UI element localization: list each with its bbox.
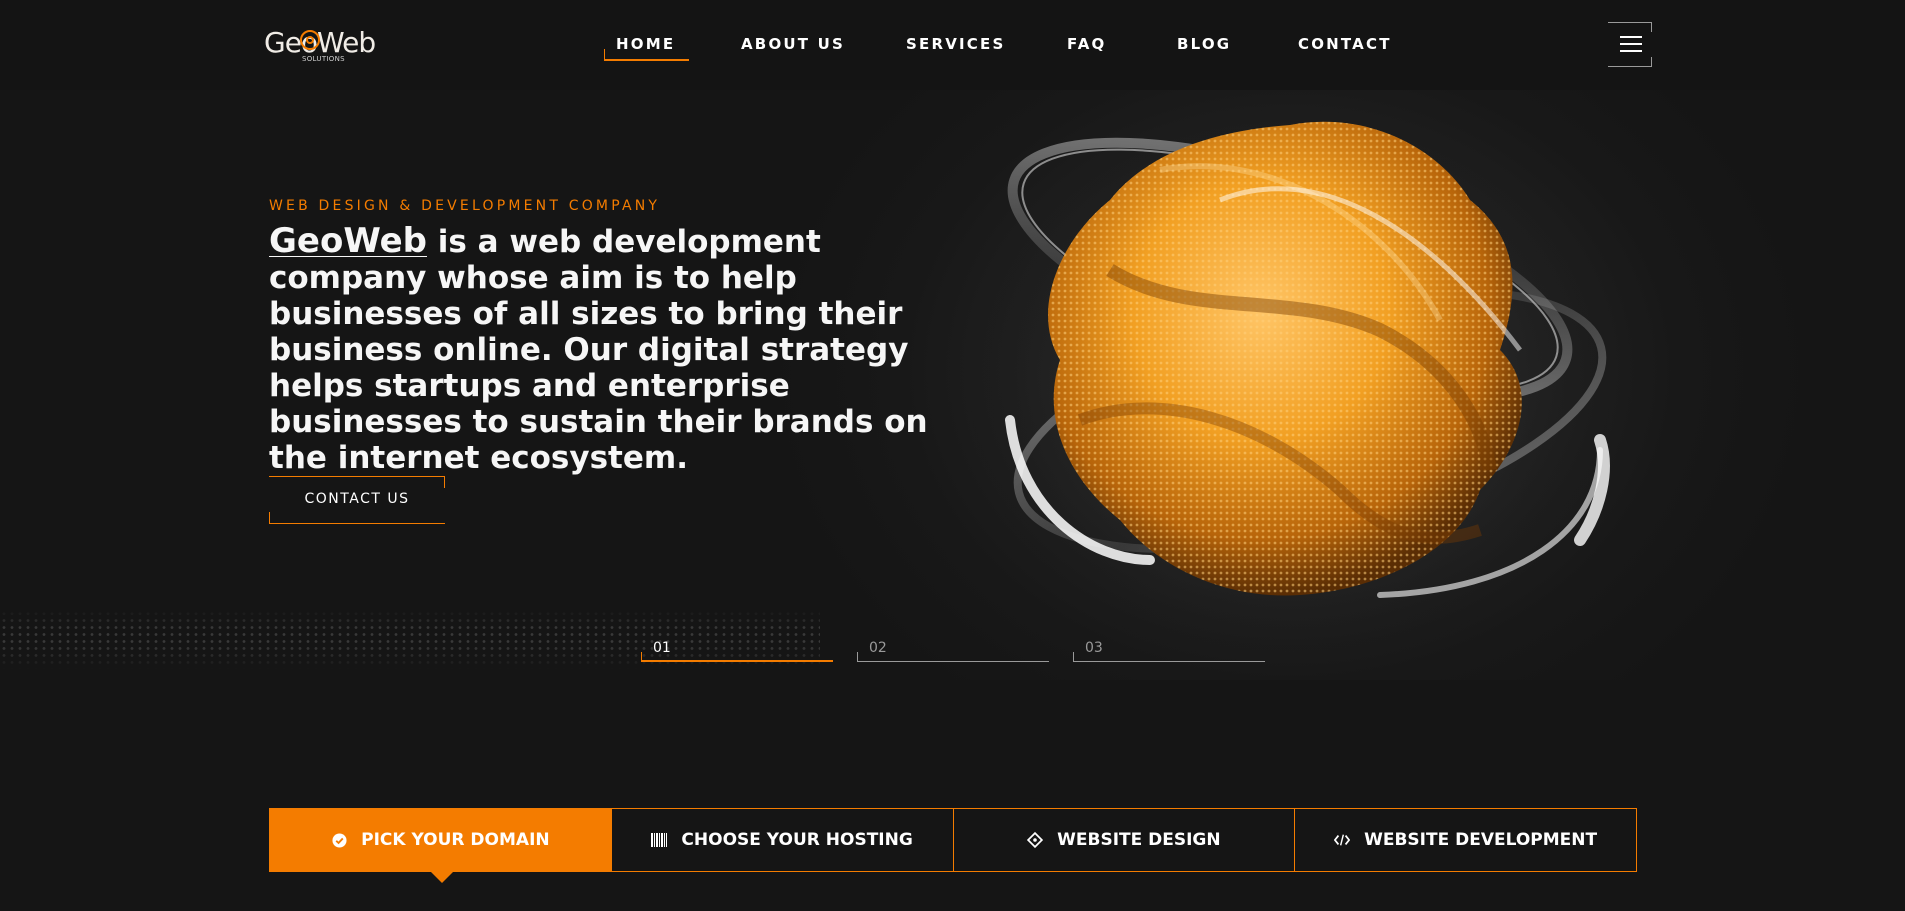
- tab-website-design[interactable]: WEBSITE DESIGN: [954, 809, 1296, 871]
- barcode-icon: [651, 832, 668, 848]
- logo-target-icon: [300, 30, 320, 50]
- contact-us-button[interactable]: CONTACT US: [269, 476, 445, 524]
- slide-indicator-01[interactable]: 01: [641, 640, 833, 662]
- tab-choose-your-hosting[interactable]: CHOOSE YOUR HOSTING: [612, 809, 954, 871]
- slide-number: 01: [653, 640, 671, 656]
- hero-headline: GeoWeb is a web development company whos…: [269, 223, 969, 476]
- code-icon: [1334, 832, 1351, 848]
- contact-us-label: CONTACT US: [304, 491, 410, 507]
- hero-section: WEB DESIGN & DEVELOPMENT COMPANY GeoWeb …: [0, 90, 1905, 680]
- tab-website-development[interactable]: WEBSITE DEVELOPMENT: [1295, 809, 1636, 871]
- slide-number: 03: [1085, 640, 1103, 656]
- nav-contact[interactable]: CONTACT: [1298, 35, 1392, 53]
- tab-label: CHOOSE YOUR HOSTING: [681, 830, 913, 850]
- menu-frame-top-right: [1651, 22, 1652, 32]
- check-circle-icon: [331, 832, 347, 848]
- particle-sphere-illustration: [960, 90, 1660, 680]
- nav-blog[interactable]: BLOG: [1177, 35, 1231, 53]
- slide-number: 02: [869, 640, 887, 656]
- menu-frame-top: [1608, 22, 1652, 23]
- logo-subtitle: SOLUTIONS: [302, 55, 345, 63]
- slide-indicator-02[interactable]: 02: [857, 640, 1049, 662]
- slide-indicator-03[interactable]: 03: [1073, 640, 1265, 662]
- logo[interactable]: GeoWeb SOLUTIONS: [264, 26, 384, 66]
- nav-home[interactable]: HOME: [603, 35, 690, 61]
- tab-pick-your-domain[interactable]: PICK YOUR DOMAIN: [270, 809, 612, 883]
- sphere-svg: [960, 100, 1620, 680]
- design-diamond-icon: [1027, 831, 1044, 849]
- menu-frame-bottom-right: [1651, 57, 1652, 67]
- headline-text: is a web development company whose aim i…: [269, 224, 928, 476]
- hero-eyebrow: WEB DESIGN & DEVELOPMENT COMPANY: [269, 198, 661, 214]
- nav-faq[interactable]: FAQ: [1067, 35, 1107, 53]
- menu-button[interactable]: [1608, 22, 1652, 67]
- menu-frame-bottom: [1608, 66, 1652, 67]
- feature-tabs: PICK YOUR DOMAIN CHOOSE YOUR HOSTING WEB…: [269, 808, 1637, 883]
- tab-label: WEBSITE DESIGN: [1057, 830, 1221, 850]
- headline-brand-link[interactable]: GeoWeb: [269, 221, 427, 261]
- nav-about-us[interactable]: ABOUT US: [741, 35, 845, 53]
- site-header: GeoWeb SOLUTIONS HOME ABOUT US SERVICES …: [0, 0, 1905, 90]
- tab-label: WEBSITE DEVELOPMENT: [1364, 830, 1598, 850]
- tab-label: PICK YOUR DOMAIN: [361, 830, 550, 850]
- nav-services[interactable]: SERVICES: [906, 35, 1005, 53]
